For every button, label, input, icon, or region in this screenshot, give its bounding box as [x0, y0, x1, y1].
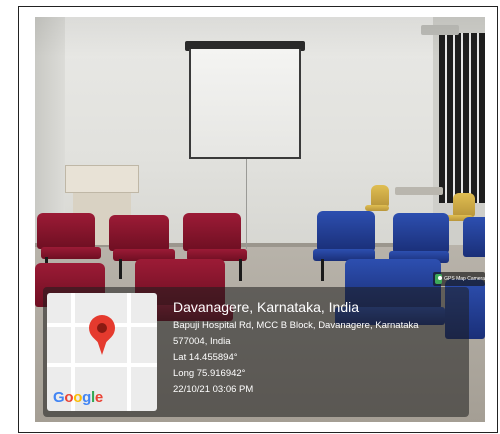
datetime: 22/10/21 03:06 PM	[173, 384, 254, 395]
address-line-1: Bapuji Hospital Rd, MCC B Block, Davanag…	[173, 320, 419, 331]
seminar-room-photo: GPS Map Camera Google Davanagere, Karnat…	[35, 17, 485, 422]
projector-screen	[189, 49, 301, 159]
gps-text-block: Davanagere, Karnataka, India Bapuji Hosp…	[173, 299, 473, 398]
longitude: Long 75.916942°	[173, 368, 246, 379]
podium	[65, 165, 139, 193]
location-title: Davanagere, Karnataka, India	[173, 299, 360, 315]
window-grill	[439, 33, 485, 203]
latitude: Lat 14.455894°	[173, 352, 238, 363]
gps-camera-label: GPS Map Camera	[444, 276, 485, 282]
map-thumbnail: Google	[47, 293, 157, 411]
gps-camera-badge: GPS Map Camera	[433, 272, 485, 286]
gps-camera-icon	[435, 274, 443, 284]
address-line-2: 577004, India	[173, 336, 231, 347]
photo-frame: GPS Map Camera Google Davanagere, Karnat…	[18, 6, 498, 433]
side-table	[395, 187, 443, 195]
google-logo: Google	[53, 389, 103, 406]
